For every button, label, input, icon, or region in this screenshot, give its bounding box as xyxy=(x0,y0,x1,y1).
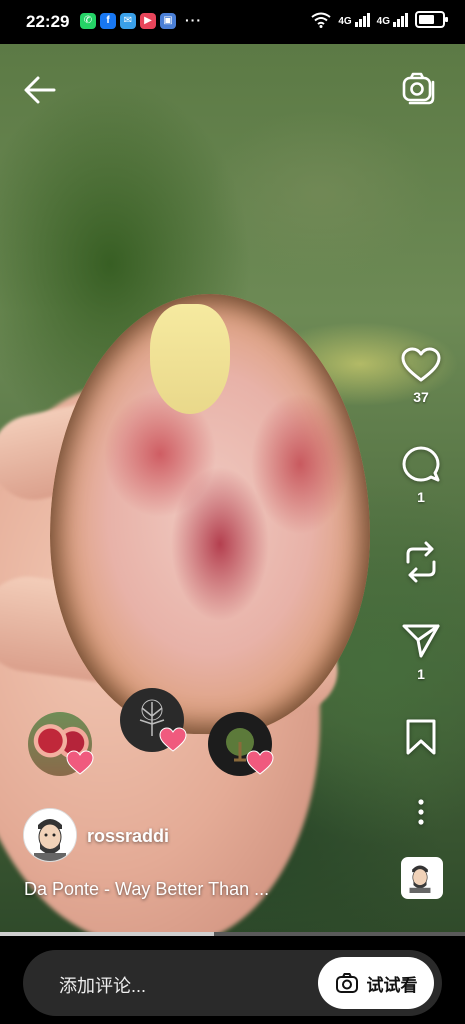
comment-count: 1 xyxy=(417,489,425,505)
heart-icon xyxy=(401,347,441,382)
facebook-icon: f xyxy=(100,13,116,29)
cartoon-face-avatar-icon xyxy=(24,809,76,861)
cartoon-face-avatar-icon xyxy=(403,859,437,893)
battery-icon xyxy=(415,11,448,28)
system-icons: 4G 4G xyxy=(311,11,448,28)
comment-input-placeholder[interactable]: 添加评论... xyxy=(59,972,146,998)
bottom-bar: 添加评论... 试试看 xyxy=(0,936,465,1024)
save-button[interactable] xyxy=(391,718,451,756)
camera-icon xyxy=(335,973,358,993)
like-button[interactable]: 37 xyxy=(391,347,451,405)
share-button[interactable]: 1 xyxy=(391,622,451,682)
send-paper-plane-icon xyxy=(402,624,440,658)
more-notifications-icon: ··· xyxy=(185,12,202,28)
comment-button[interactable]: 1 xyxy=(391,445,451,505)
video-app-icon: ▶ xyxy=(140,13,156,29)
status-time: 22:29 xyxy=(26,12,70,31)
status-bar: 22:29 ✆ f ✉ ▶ ▣ ··· 4G 4G xyxy=(0,0,465,44)
signal-2-icon: 4G xyxy=(377,12,408,27)
remix-button[interactable] xyxy=(391,540,451,584)
comment-input-pill[interactable]: 添加评论... 试试看 xyxy=(23,950,442,1016)
heart-reaction-icon xyxy=(66,750,94,775)
notification-icons: ✆ f ✉ ▶ ▣ xyxy=(80,13,176,29)
bookmark-icon xyxy=(406,719,436,755)
camera-icon[interactable] xyxy=(400,70,436,106)
original-audio-thumbnail[interactable] xyxy=(401,857,443,899)
remix-icon xyxy=(406,541,436,583)
app-notification-icon: ▣ xyxy=(160,13,176,29)
share-count: 1 xyxy=(417,666,425,682)
author-username[interactable]: rossraddi xyxy=(87,826,169,847)
heart-reaction-icon xyxy=(159,727,187,752)
more-options-button[interactable] xyxy=(391,798,451,826)
try-it-button[interactable]: 试试看 xyxy=(318,957,434,1009)
author-avatar[interactable] xyxy=(23,808,77,862)
try-it-label: 试试看 xyxy=(366,975,418,995)
like-count: 37 xyxy=(413,389,429,405)
post-caption[interactable]: Da Ponte - Way Better Than ... xyxy=(24,879,269,900)
back-arrow-icon[interactable] xyxy=(22,72,58,108)
signal-1-icon: 4G xyxy=(338,12,370,27)
comment-bubble-icon xyxy=(402,446,440,482)
wifi-icon xyxy=(311,12,331,28)
heart-reaction-icon xyxy=(246,750,274,775)
messages-icon: ✉ xyxy=(120,13,136,29)
fig-fruit-image xyxy=(50,294,370,734)
more-vertical-icon xyxy=(418,799,424,825)
whatsapp-icon: ✆ xyxy=(80,13,96,29)
